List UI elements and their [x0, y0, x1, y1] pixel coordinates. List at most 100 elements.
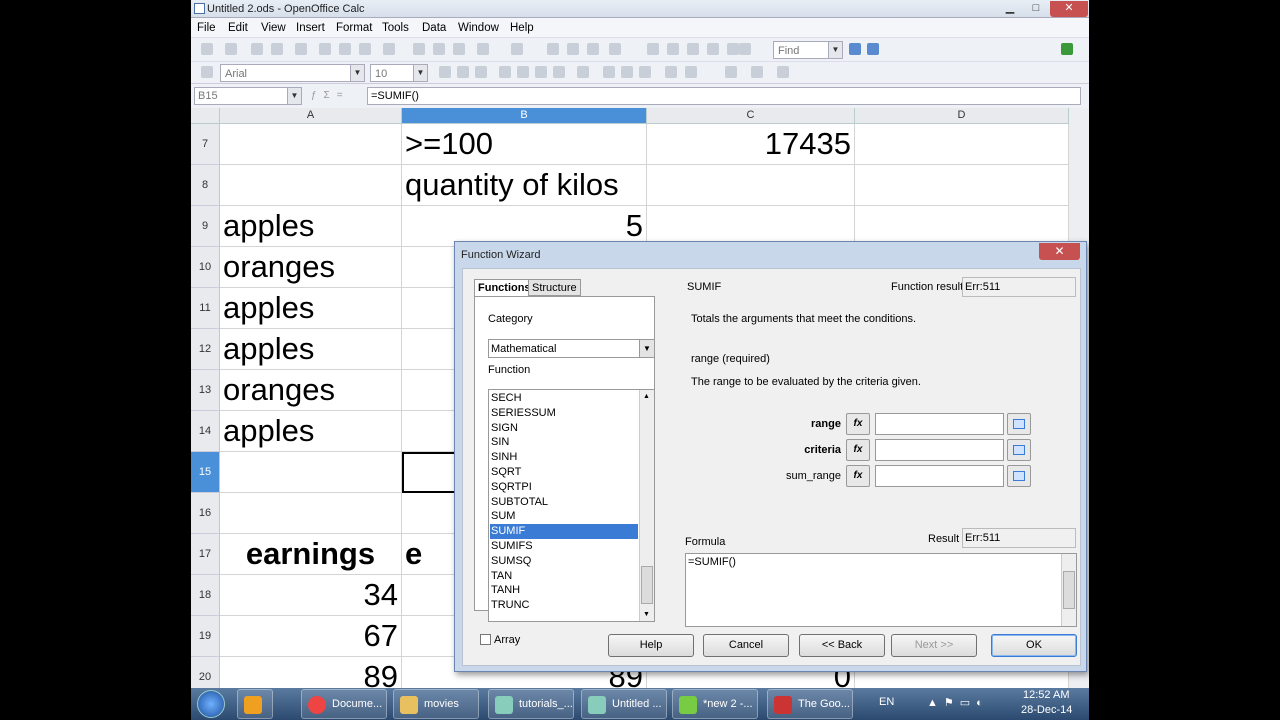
cell-a7[interactable] [220, 124, 402, 165]
help-icon[interactable] [739, 43, 751, 55]
row-header[interactable]: 12 [191, 329, 220, 370]
column-header-b[interactable]: B [402, 108, 647, 124]
array-checkbox[interactable] [480, 634, 491, 645]
cell-a13[interactable]: oranges [220, 370, 402, 411]
cell-a9[interactable]: apples [220, 206, 402, 247]
function-item[interactable]: SUMSQ [490, 554, 638, 569]
align-right-icon[interactable] [535, 66, 547, 78]
spellcheck-icon[interactable] [383, 43, 395, 55]
function-item[interactable]: SERIESSUM [490, 406, 638, 421]
cell-a18[interactable]: 34 [220, 575, 402, 616]
fx-button-criteria[interactable]: fx [846, 439, 870, 461]
borders-icon[interactable] [725, 66, 737, 78]
function-item[interactable]: SINH [490, 450, 638, 465]
currency-icon[interactable] [603, 66, 615, 78]
shrink-button-range[interactable] [1007, 413, 1031, 435]
formula-input[interactable]: =SUMIF() [367, 87, 1081, 105]
taskbar-item-tutorials[interactable]: tutorials_... [488, 689, 574, 719]
edit-file-icon[interactable] [295, 43, 307, 55]
gallery-icon[interactable] [687, 43, 699, 55]
pdf-icon[interactable] [319, 43, 331, 55]
new-icon[interactable] [201, 43, 213, 55]
italic-icon[interactable] [457, 66, 469, 78]
zoom-icon[interactable] [727, 43, 739, 55]
name-box[interactable]: B15 ▼ [194, 87, 302, 105]
row-header[interactable]: 8 [191, 165, 220, 206]
decimal-icon[interactable] [639, 66, 651, 78]
indent-icon[interactable] [665, 66, 677, 78]
navigator-icon[interactable] [667, 43, 679, 55]
find-next-icon[interactable] [849, 43, 861, 55]
cell-d8[interactable] [855, 165, 1069, 206]
language-indicator[interactable]: EN [879, 696, 894, 708]
cell-a16[interactable] [220, 493, 402, 534]
menu-insert[interactable]: Insert [296, 22, 325, 34]
tab-structure[interactable]: Structure [528, 279, 581, 296]
paste-icon[interactable] [453, 43, 465, 55]
menu-view[interactable]: View [261, 22, 286, 34]
formula-scrollbar[interactable] [1061, 554, 1076, 626]
background-color-icon[interactable] [751, 66, 763, 78]
cell-a20[interactable]: 89 [220, 657, 402, 688]
fx-button-sum-range[interactable]: fx [846, 465, 870, 487]
maximize-button[interactable]: □ [1023, 1, 1049, 17]
function-item[interactable]: TAN [490, 569, 638, 584]
range-input[interactable] [875, 413, 1004, 435]
menu-edit[interactable]: Edit [228, 22, 248, 34]
row-header[interactable]: 9 [191, 206, 220, 247]
next-button[interactable]: Next >> [891, 634, 977, 657]
chevron-down-icon[interactable]: ▼ [828, 42, 842, 58]
save-icon[interactable] [251, 43, 263, 55]
open-icon[interactable] [225, 43, 237, 55]
find-input[interactable]: Find ▼ [773, 41, 843, 59]
cell-a17[interactable]: earnings [220, 534, 402, 575]
cell-d7[interactable] [855, 124, 1069, 165]
ok-button[interactable]: OK [991, 634, 1077, 657]
row-header[interactable]: 19 [191, 616, 220, 657]
help-button[interactable]: Help [608, 634, 694, 657]
chevron-down-icon[interactable]: ▼ [287, 88, 301, 104]
undo-icon[interactable] [477, 43, 489, 55]
copy-icon[interactable] [433, 43, 445, 55]
menu-tools[interactable]: Tools [382, 22, 409, 34]
category-select[interactable]: Mathematical ▼ [488, 339, 655, 358]
cell-a15[interactable] [220, 452, 402, 493]
percent-icon[interactable] [621, 66, 633, 78]
font-name-select[interactable]: Arial ▼ [220, 64, 365, 82]
function-item[interactable]: SUM [490, 509, 638, 524]
menu-file[interactable]: File [197, 22, 216, 34]
list-scrollbar[interactable]: ▲ ▼ [639, 390, 654, 621]
dialog-close-button[interactable]: ✕ [1039, 243, 1080, 260]
find-replace-icon[interactable] [647, 43, 659, 55]
corner-header[interactable] [191, 108, 220, 124]
chevron-down-icon[interactable]: ▼ [413, 65, 427, 81]
start-icon[interactable] [197, 690, 225, 718]
row-header[interactable]: 14 [191, 411, 220, 452]
row-header[interactable]: 18 [191, 575, 220, 616]
row-header[interactable]: 7 [191, 124, 220, 165]
function-item[interactable]: SQRT [490, 465, 638, 480]
title-bar[interactable]: Untitled 2.ods - OpenOffice Calc ▁ □ ✕ [191, 0, 1089, 18]
align-left-icon[interactable] [499, 66, 511, 78]
clock-date[interactable]: 28-Dec-14 [1021, 704, 1072, 716]
tray-icons[interactable]: ▲⚑▭◐ [927, 696, 989, 709]
column-header-c[interactable]: C [647, 108, 855, 124]
taskbar-item-notepad[interactable]: *new 2 -... [672, 689, 758, 719]
taskbar-item-chrome[interactable]: Docume... [301, 689, 387, 719]
chevron-down-icon[interactable]: ▼ [639, 340, 654, 357]
email-icon[interactable] [271, 43, 283, 55]
align-center-icon[interactable] [517, 66, 529, 78]
justify-icon[interactable] [553, 66, 565, 78]
close-button[interactable]: ✕ [1050, 1, 1088, 17]
chart-icon[interactable] [609, 43, 621, 55]
scroll-down-icon[interactable]: ▼ [643, 611, 650, 618]
preview-icon[interactable] [359, 43, 371, 55]
function-item[interactable]: SIGN [490, 421, 638, 436]
cell-a11[interactable]: apples [220, 288, 402, 329]
underline-icon[interactable] [475, 66, 487, 78]
taskbar-apps-button[interactable] [237, 689, 273, 719]
scroll-thumb[interactable] [641, 566, 653, 604]
row-header[interactable]: 15 [191, 452, 220, 493]
hyperlink-icon[interactable] [547, 43, 559, 55]
sort-descending-icon[interactable] [587, 43, 599, 55]
